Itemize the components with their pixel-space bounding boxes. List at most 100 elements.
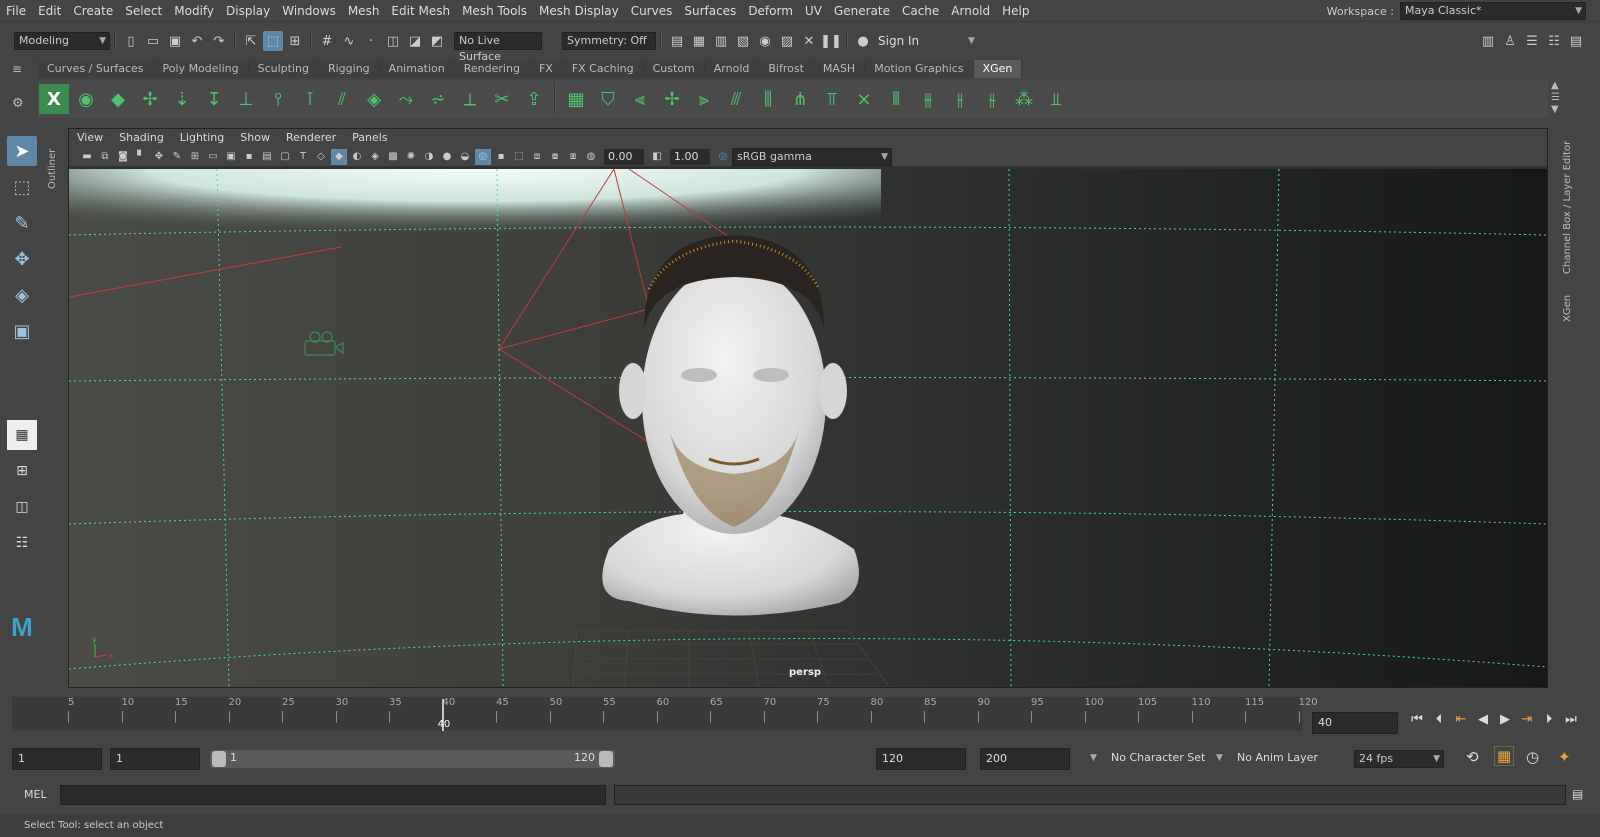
shelf-tab-xgen[interactable]: XGen [973, 60, 1023, 78]
guide-pivot-icon[interactable]: ⫯ [263, 84, 293, 114]
shelf-tab-poly-modeling[interactable]: Poly Modeling [153, 60, 249, 78]
default-material-icon[interactable]: ◐ [349, 149, 365, 165]
chevron-down-icon[interactable]: ▼ [1090, 753, 1097, 763]
chevron-down-icon[interactable]: ▼ [1216, 753, 1223, 763]
gate-mask-icon[interactable]: ▪ [241, 149, 257, 165]
four-pane-layout-icon[interactable]: ⊞ [7, 456, 37, 486]
play-backwards-icon[interactable]: ◀ [1474, 712, 1492, 727]
xgen-leaf-icon[interactable]: ◆ [103, 84, 133, 114]
character-icon[interactable]: ✦ [1558, 748, 1571, 766]
xgen-tab[interactable]: XGen [1562, 288, 1573, 322]
color-management-icon[interactable]: ◎ [715, 149, 731, 165]
shelf-tab-animation[interactable]: Animation [379, 60, 455, 78]
panel-menu-shading[interactable]: Shading [111, 129, 172, 147]
grease-pencil-icon[interactable]: ✎ [169, 149, 185, 165]
groom-width-icon[interactable]: ⫵ [913, 84, 943, 114]
groom-export-icon[interactable]: ⇪ [519, 84, 549, 114]
channel-box-icon[interactable]: ▤ [1566, 31, 1586, 51]
guide-bend-icon[interactable]: ⤳ [391, 84, 421, 114]
textured-icon[interactable]: ▩ [385, 149, 401, 165]
shelf-tab-sculpting[interactable]: Sculpting [248, 60, 319, 78]
wireframe-on-shaded-icon[interactable]: ◈ [367, 149, 383, 165]
menu-generate[interactable]: Generate [828, 0, 896, 22]
camera-attributes-icon[interactable]: ▬ [79, 149, 95, 165]
go-to-end-icon[interactable]: ⏭ [1562, 712, 1580, 727]
command-input[interactable] [60, 785, 606, 805]
groom-add-icon[interactable]: ✢ [657, 84, 687, 114]
menu-mesh-tools[interactable]: Mesh Tools [456, 0, 533, 22]
snap-live-icon[interactable]: ◩ [427, 31, 447, 51]
groom-freeze-icon[interactable]: ⫳ [977, 84, 1007, 114]
current-frame-field[interactable]: 40 [1312, 712, 1398, 734]
smooth-shade-icon[interactable]: ◆ [331, 148, 347, 165]
select-object-icon[interactable]: ⬚ [263, 31, 283, 51]
loop-icon[interactable]: ⟲ [1466, 748, 1479, 766]
groom-density-icon[interactable]: ⩫ [423, 84, 453, 114]
groom-pin-icon[interactable]: ⫼ [753, 84, 783, 114]
use-lights-icon[interactable]: ✺ [403, 149, 419, 165]
panel-menu-renderer[interactable]: Renderer [278, 129, 344, 147]
fps-dropdown[interactable]: 24 fps ▼ [1354, 750, 1444, 768]
render-settings-icon[interactable]: ▧ [733, 31, 753, 51]
groom-grab-icon[interactable]: ⫴ [881, 84, 911, 114]
step-back-frame-icon[interactable]: ⏴ [1430, 712, 1448, 727]
menu-cache[interactable]: Cache [896, 0, 945, 22]
undo-icon[interactable]: ↶ [187, 31, 207, 51]
scale-tool-icon[interactable]: ▣ [7, 316, 37, 346]
snap-point-icon[interactable]: · [361, 31, 381, 51]
menu-windows[interactable]: Windows [276, 0, 342, 22]
workspace-dropdown[interactable]: Maya Classic* ▼ [1400, 2, 1586, 20]
menu-arnold[interactable]: Arnold [945, 0, 996, 22]
exposure-field[interactable]: 0.00 [604, 148, 644, 165]
render-current-icon[interactable]: ▦ [689, 31, 709, 51]
groom-toggle-icon[interactable]: ⫫ [1041, 84, 1071, 114]
rotate-tool-icon[interactable]: ◈ [7, 280, 37, 310]
paint-select-icon[interactable]: ✎ [7, 208, 37, 238]
resolution-gate-icon[interactable]: ▣ [223, 149, 239, 165]
start-time-field[interactable]: 1 [12, 748, 102, 770]
save-scene-icon[interactable]: ▣ [165, 31, 185, 51]
snap-view-icon[interactable]: ◫ [383, 31, 403, 51]
open-scene-icon[interactable]: ▭ [143, 31, 163, 51]
play-forwards-icon[interactable]: ▶ [1496, 712, 1514, 727]
animation-preferences-icon[interactable]: ◷ [1526, 748, 1539, 766]
range-end-handle[interactable] [599, 751, 613, 767]
panel-menu-lighting[interactable]: Lighting [172, 129, 232, 147]
arnold-ipr-icon[interactable]: ✕ [799, 31, 819, 51]
select-component-icon[interactable]: ⊞ [285, 31, 305, 51]
menu-select[interactable]: Select [119, 0, 168, 22]
view-transform-dropdown[interactable]: sRGB gamma ▼ [732, 147, 892, 166]
live-surface-field[interactable]: No Live Surface [454, 32, 542, 63]
select-tool-icon[interactable]: ➤ [7, 136, 37, 166]
groom-length-icon[interactable]: ⟂ [455, 84, 485, 114]
gamma-field[interactable]: 1.00 [670, 148, 710, 165]
lasso-tool-icon[interactable]: ⬚ [7, 172, 37, 202]
depth-of-field-icon[interactable]: ▪ [493, 149, 509, 165]
menu-modify[interactable]: Modify [168, 0, 220, 22]
arnold-render-icon[interactable]: ▨ [777, 31, 797, 51]
outliner-layout-icon[interactable]: ☷ [7, 528, 37, 558]
range-start-handle[interactable] [212, 751, 226, 767]
menu-uv[interactable]: UV [799, 0, 828, 22]
xray-joints-icon[interactable]: ⧇ [547, 149, 563, 165]
image-plane-icon[interactable]: ▘ [133, 149, 149, 165]
menu-mesh-display[interactable]: Mesh Display [533, 0, 625, 22]
pause-icon[interactable]: ❚❚ [820, 31, 842, 51]
menu-create[interactable]: Create [67, 0, 119, 22]
shelf-tab-bifrost[interactable]: Bifrost [759, 60, 814, 78]
xray-components-icon[interactable]: ⧆ [565, 149, 581, 165]
guide-lock-icon[interactable]: ⊺ [295, 84, 325, 114]
snap-curve-icon[interactable]: ∿ [339, 31, 359, 51]
snap-grid-icon[interactable]: # [317, 31, 337, 51]
xray-icon[interactable]: ⧈ [529, 149, 545, 165]
time-slider-track[interactable]: 5 10 15 20 25 30 35 40 45 50 55 60 65 70 75 80 85 90 95 100… [12, 697, 1318, 731]
menu-file[interactable]: File [0, 0, 32, 22]
modeling-toolkit-icon[interactable]: ▥ [1478, 31, 1498, 51]
step-forward-key-icon[interactable]: ⇥ [1518, 712, 1536, 727]
interactive-groom-icon[interactable]: ▦ [561, 84, 591, 114]
bookmark-icon[interactable]: ◙ [115, 149, 131, 165]
3d-viewport[interactable]: persp y x [69, 169, 1547, 687]
wireframe-icon[interactable]: ◇ [313, 149, 329, 165]
menu-deform[interactable]: Deform [742, 0, 799, 22]
end-time-field[interactable]: 120 [876, 748, 966, 770]
